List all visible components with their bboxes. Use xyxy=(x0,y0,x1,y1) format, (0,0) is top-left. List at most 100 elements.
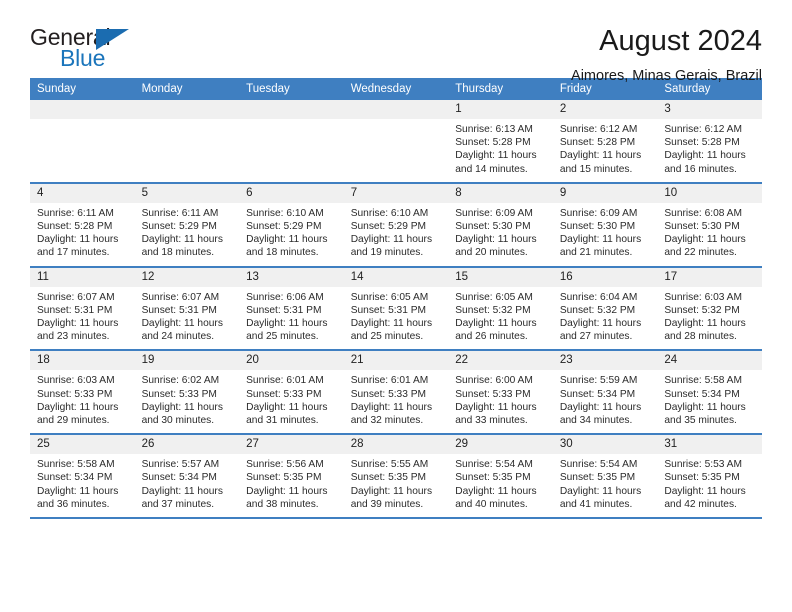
sunset-time: Sunset: 5:29 PM xyxy=(350,221,427,233)
calendar-day-cell[interactable]: 14 Sunrise: 6:05 AM Sunset: 5:31 PM Dayligh… xyxy=(343,266,449,352)
weekday-header-tuesday: Tuesday xyxy=(239,78,344,100)
calendar-day-cell-empty xyxy=(30,100,135,184)
sunset-time: Sunset: 5:32 PM xyxy=(455,304,531,316)
day-details: Sunrise: 6:01 AM Sunset: 5:33 PM Daylight:… xyxy=(344,370,449,433)
sunset-time: Sunset: 5:32 PM xyxy=(664,304,740,316)
daylight-duration: Daylight: 11 hours and 15 minutes. xyxy=(559,150,642,175)
sunset-time: Sunset: 5:31 PM xyxy=(350,304,427,316)
calendar-day-cell[interactable]: 4 Sunrise: 6:11 AM Sunset: 5:28 PM Daylight… xyxy=(30,182,135,268)
calendar-day-cell[interactable]: 19 Sunrise: 6:02 AM Sunset: 5:33 PM Dayligh… xyxy=(134,350,240,436)
day-number: 9 xyxy=(552,183,658,203)
calendar-day-cell[interactable]: 2 Sunrise: 6:12 AM Sunset: 5:28 PM Daylight… xyxy=(552,100,658,184)
sunrise-sunset-calendar: Sunday Monday Tuesday Wednesday Thursday Frid… xyxy=(30,78,762,520)
day-details: Sunrise: 5:57 AM Sunset: 5:34 PM Daylight:… xyxy=(135,454,240,517)
sunset-time: Sunset: 5:33 PM xyxy=(141,388,217,400)
calendar-day-cell[interactable]: 25 Sunrise: 5:58 AM Sunset: 5:34 PM Dayligh… xyxy=(30,434,135,520)
day-number: 30 xyxy=(552,435,658,455)
sunset-time: Sunset: 5:35 PM xyxy=(455,472,531,484)
day-details: Sunrise: 6:00 AM Sunset: 5:33 PM Daylight:… xyxy=(448,370,553,433)
day-number: 8 xyxy=(448,183,553,203)
calendar-day-cell[interactable]: 15 Sunrise: 6:05 AM Sunset: 5:32 PM Dayligh… xyxy=(448,266,553,352)
daylight-duration: Daylight: 11 hours and 24 minutes. xyxy=(141,318,223,343)
daylight-duration: Daylight: 11 hours and 23 minutes. xyxy=(37,318,119,343)
calendar-day-cell[interactable]: 9 Sunrise: 6:09 AM Sunset: 5:30 PM Daylight… xyxy=(552,182,658,268)
sunrise-time: Sunrise: 6:10 AM xyxy=(350,207,429,219)
calendar-day-cell-empty xyxy=(134,100,240,184)
day-details: Sunrise: 6:06 AM Sunset: 5:31 PM Daylight:… xyxy=(239,287,344,350)
calendar-day-cell[interactable]: 11 Sunrise: 6:07 AM Sunset: 5:31 PM Dayligh… xyxy=(30,266,135,352)
sunrise-time: Sunrise: 5:55 AM xyxy=(350,459,429,471)
calendar-day-cell[interactable]: 20 Sunrise: 6:01 AM Sunset: 5:33 PM Dayligh… xyxy=(239,350,344,436)
sunrise-time: Sunrise: 6:06 AM xyxy=(246,291,324,303)
day-details: Sunrise: 5:58 AM Sunset: 5:34 PM Daylight:… xyxy=(30,454,135,517)
calendar-week-row: 4 Sunrise: 6:11 AM Sunset: 5:28 PM Daylight… xyxy=(30,182,762,268)
calendar-day-cell[interactable]: 22 Sunrise: 6:00 AM Sunset: 5:33 PM Dayligh… xyxy=(448,350,553,436)
calendar-day-cell[interactable]: 13 Sunrise: 6:06 AM Sunset: 5:31 PM Dayligh… xyxy=(239,266,344,352)
calendar-day-cell[interactable]: 1 Sunrise: 6:13 AM Sunset: 5:28 PM Daylight… xyxy=(448,100,553,184)
sunrise-time: Sunrise: 6:09 AM xyxy=(455,207,533,219)
calendar-day-cell[interactable]: 24 Sunrise: 5:58 AM Sunset: 5:34 PM Dayligh… xyxy=(657,350,762,436)
calendar-day-cell[interactable]: 16 Sunrise: 6:04 AM Sunset: 5:32 PM Dayligh… xyxy=(552,266,658,352)
calendar-day-cell[interactable]: 31 Sunrise: 5:53 AM Sunset: 5:35 PM Dayligh… xyxy=(657,434,762,520)
calendar-day-cell[interactable]: 3 Sunrise: 6:12 AM Sunset: 5:28 PM Daylight… xyxy=(657,100,762,184)
day-details: Sunrise: 6:09 AM Sunset: 5:30 PM Daylight:… xyxy=(448,203,553,266)
calendar-day-cell[interactable]: 21 Sunrise: 6:01 AM Sunset: 5:33 PM Dayligh… xyxy=(343,350,449,436)
calendar-day-cell[interactable]: 26 Sunrise: 5:57 AM Sunset: 5:34 PM Dayligh… xyxy=(134,434,240,520)
sunset-time: Sunset: 5:28 PM xyxy=(559,137,636,149)
calendar-day-cell[interactable]: 17 Sunrise: 6:03 AM Sunset: 5:32 PM Dayligh… xyxy=(657,266,762,352)
calendar-day-cell[interactable]: 8 Sunrise: 6:09 AM Sunset: 5:30 PM Daylight… xyxy=(448,182,553,268)
sunset-time: Sunset: 5:33 PM xyxy=(246,388,322,400)
day-number: 29 xyxy=(448,435,553,455)
page-title: August 2024 xyxy=(599,25,762,57)
calendar-day-cell[interactable]: 30 Sunrise: 5:54 AM Sunset: 5:35 PM Dayligh… xyxy=(552,434,658,520)
calendar-day-cell[interactable]: 28 Sunrise: 5:55 AM Sunset: 5:35 PM Dayligh… xyxy=(343,434,449,520)
calendar-day-cell[interactable]: 5 Sunrise: 6:11 AM Sunset: 5:29 PM Daylight… xyxy=(134,182,240,268)
sunrise-time: Sunrise: 6:01 AM xyxy=(246,375,324,387)
sunset-time: Sunset: 5:35 PM xyxy=(559,472,636,484)
day-number: 28 xyxy=(343,435,449,455)
sunset-time: Sunset: 5:35 PM xyxy=(350,472,427,484)
sunset-time: Sunset: 5:29 PM xyxy=(141,221,217,233)
day-details: Sunrise: 6:13 AM Sunset: 5:28 PM Daylight:… xyxy=(448,119,553,182)
daylight-duration: Daylight: 11 hours and 30 minutes. xyxy=(141,401,223,427)
calendar-page: General Blue August 2024 Aimores, Minas … xyxy=(0,0,792,612)
day-number: 12 xyxy=(134,267,240,287)
calendar-day-cell[interactable]: 18 Sunrise: 6:03 AM Sunset: 5:33 PM Dayligh… xyxy=(30,350,135,436)
calendar-day-cell[interactable]: 7 Sunrise: 6:10 AM Sunset: 5:29 PM Daylight… xyxy=(343,182,449,268)
sunrise-time: Sunrise: 5:54 AM xyxy=(559,459,638,471)
sunrise-time: Sunrise: 5:56 AM xyxy=(246,459,324,471)
calendar-day-cell[interactable]: 10 Sunrise: 6:08 AM Sunset: 5:30 PM Dayligh… xyxy=(657,182,762,268)
day-number: 5 xyxy=(134,183,240,203)
sunrise-time: Sunrise: 5:58 AM xyxy=(664,375,742,387)
sunset-time: Sunset: 5:33 PM xyxy=(37,388,113,400)
day-number: 25 xyxy=(30,435,135,455)
daylight-duration: Daylight: 11 hours and 27 minutes. xyxy=(559,318,642,343)
weekday-header-thursday: Thursday xyxy=(448,78,553,100)
day-details: Sunrise: 5:59 AM Sunset: 5:34 PM Daylight:… xyxy=(553,370,658,433)
daylight-duration: Daylight: 11 hours and 34 minutes. xyxy=(559,401,642,427)
sunrise-time: Sunrise: 6:03 AM xyxy=(37,375,115,387)
calendar-day-cell[interactable]: 27 Sunrise: 5:56 AM Sunset: 5:35 PM Dayligh… xyxy=(239,434,344,520)
day-number: 4 xyxy=(30,183,135,203)
daylight-duration: Daylight: 11 hours and 17 minutes. xyxy=(37,234,119,259)
daylight-duration: Daylight: 11 hours and 38 minutes. xyxy=(246,485,328,510)
sunset-time: Sunset: 5:31 PM xyxy=(141,304,217,316)
daylight-duration: Daylight: 11 hours and 32 minutes. xyxy=(350,401,433,427)
daylight-duration: Daylight: 11 hours and 21 minutes. xyxy=(559,234,642,259)
sunrise-time: Sunrise: 5:59 AM xyxy=(559,375,638,387)
sunset-time: Sunset: 5:34 PM xyxy=(664,388,740,400)
day-details: Sunrise: 6:11 AM Sunset: 5:29 PM Daylight:… xyxy=(135,203,240,266)
calendar-day-cell[interactable]: 12 Sunrise: 6:07 AM Sunset: 5:31 PM Dayligh… xyxy=(134,266,240,352)
calendar-day-cell[interactable]: 29 Sunrise: 5:54 AM Sunset: 5:35 PM Dayligh… xyxy=(448,434,553,520)
day-number: 16 xyxy=(552,267,658,287)
sunrise-time: Sunrise: 6:12 AM xyxy=(559,124,638,135)
daylight-duration: Daylight: 11 hours and 42 minutes. xyxy=(664,485,746,510)
daylight-duration: Daylight: 11 hours and 26 minutes. xyxy=(455,318,537,343)
calendar-day-cell[interactable]: 6 Sunrise: 6:10 AM Sunset: 5:29 PM Daylight… xyxy=(239,182,344,268)
general-blue-logo[interactable]: General Blue xyxy=(30,26,150,74)
calendar-day-cell[interactable]: 23 Sunrise: 5:59 AM Sunset: 5:34 PM Dayligh… xyxy=(552,350,658,436)
daylight-duration: Daylight: 11 hours and 33 minutes. xyxy=(455,401,537,427)
sunrise-time: Sunrise: 6:08 AM xyxy=(664,207,742,219)
sunrise-time: Sunrise: 6:03 AM xyxy=(664,291,742,303)
day-details: Sunrise: 5:55 AM Sunset: 5:35 PM Daylight:… xyxy=(344,454,449,517)
